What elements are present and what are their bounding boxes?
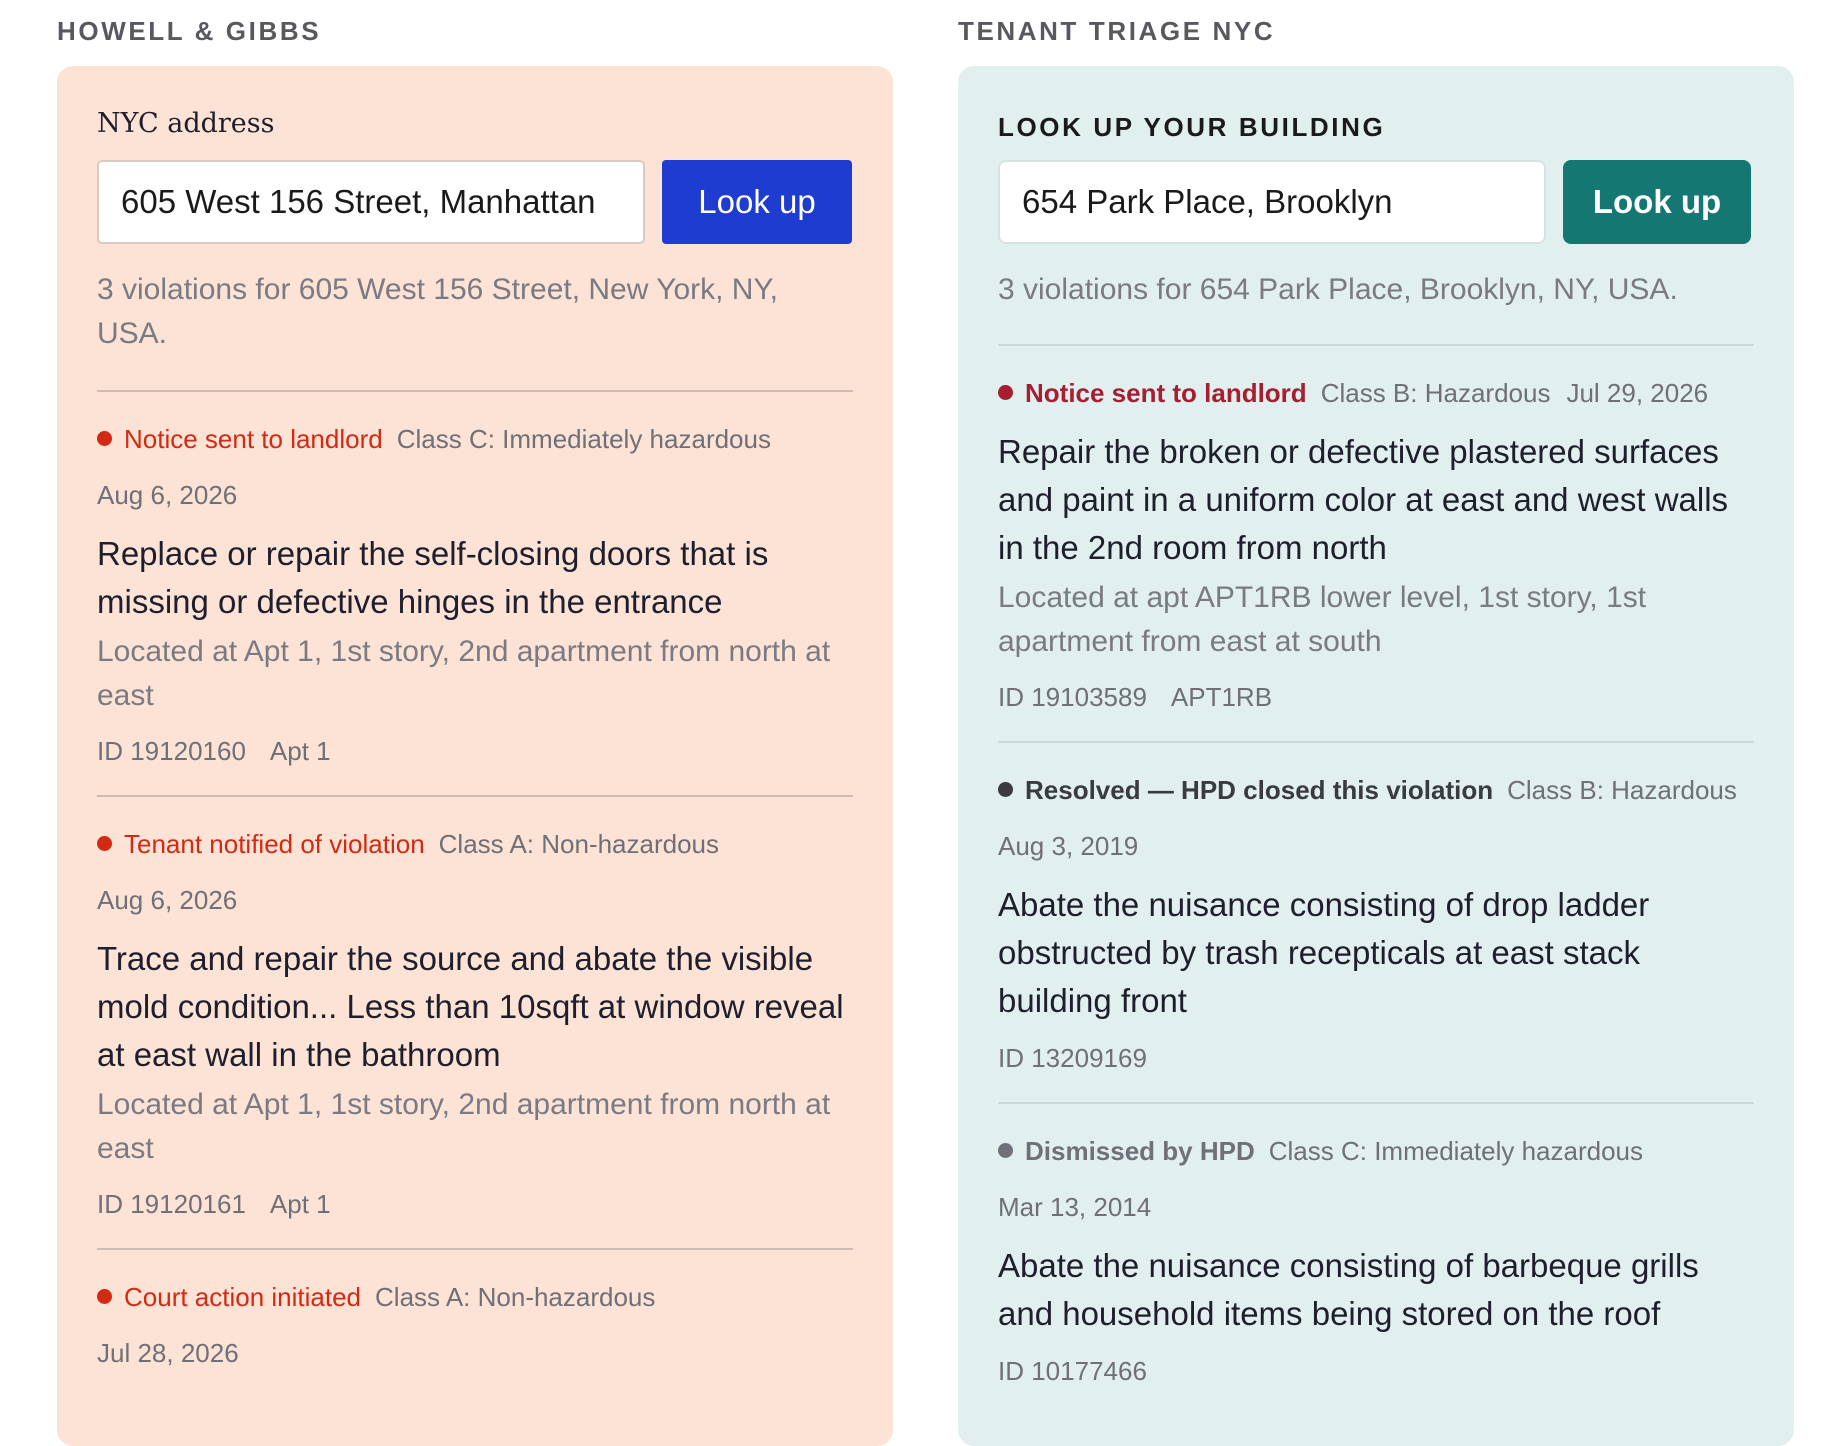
violation-date: Aug 3, 2019	[998, 831, 1139, 861]
status-dot-icon	[998, 782, 1013, 797]
violation-class: Class A: Non-hazardous	[438, 829, 720, 859]
brand-title: TENANT TRIAGE NYC	[958, 16, 1276, 46]
lookup-panel: LOOK UP YOUR BUILDING Look up 3 violatio…	[958, 66, 1794, 1446]
violation-id: ID 13209169	[998, 1043, 1147, 1073]
status-dot-icon	[97, 431, 112, 446]
violation-meta: Notice sent to landlord Class C: Immediat…	[97, 422, 853, 512]
violation-class: Class A: Non-hazardous	[375, 1282, 656, 1312]
violation-status: Court action initiated	[124, 1282, 362, 1312]
violation-id: ID 10177466	[998, 1356, 1147, 1386]
look-up-button[interactable]: Look up	[662, 160, 852, 244]
results-summary: 3 violations for 605 West 156 Street, Ne…	[97, 244, 853, 392]
violation-location: Located at apt APT1RB lower level, 1st s…	[998, 581, 1647, 658]
status-dot-icon	[97, 836, 112, 851]
status-dot-icon	[998, 385, 1013, 400]
address-label: LOOK UP YOUR BUILDING	[998, 112, 1386, 142]
violation-item: Notice sent to landlord Class B: Hazardou…	[998, 346, 1754, 743]
violation-description: Trace and repair the source and abate th…	[97, 940, 844, 1073]
violation-description: Replace or repair the self-closing doors…	[97, 535, 769, 620]
violation-item: Resolved — HPD closed this violation Clas…	[998, 743, 1754, 1104]
violation-status: Notice sent to landlord	[124, 424, 383, 454]
address-label: NYC address	[97, 108, 275, 139]
status-dot-icon	[97, 1289, 112, 1304]
violation-ids: ID 19103589 APT1RB	[998, 664, 1754, 713]
violation-meta: Tenant notified of violation Class A: Non…	[97, 827, 853, 917]
violation-ids: ID 19120161 Apt 1	[97, 1171, 853, 1220]
results-summary: 3 violations for 654 Park Place, Brookly…	[998, 244, 1754, 346]
violation-location: Located at Apt 1, 1st story, 2nd apartme…	[97, 1088, 831, 1165]
violation-status: Resolved — HPD closed this violation	[1025, 775, 1494, 805]
violation-date: Jul 29, 2026	[1566, 378, 1709, 408]
violation-date: Aug 6, 2026	[97, 480, 238, 510]
violation-apt: Apt 1	[269, 736, 331, 766]
violation-class: Class B: Hazardous	[1507, 775, 1737, 805]
violation-class: Class C: Immediately hazardous	[396, 424, 771, 454]
violation-apt: APT1RB	[1170, 682, 1273, 712]
violation-status: Tenant notified of violation	[124, 829, 425, 859]
violation-description: Repair the broken or defective plastered…	[998, 433, 1729, 566]
lookup-panel: NYC address Look up 3 violations for 605…	[57, 66, 893, 1446]
look-up-button[interactable]: Look up	[1563, 160, 1751, 244]
violation-meta: Resolved — HPD closed this violation Clas…	[998, 773, 1754, 863]
violation-item: Court action initiated Class A: Non-hazar…	[97, 1250, 853, 1398]
violation-class: Class C: Immediately hazardous	[1268, 1136, 1644, 1166]
brand-title: HOWELL & GIBBS	[57, 16, 322, 46]
address-form: Look up	[97, 160, 853, 244]
violation-ids: ID 13209169	[998, 1025, 1754, 1074]
violation-meta: Notice sent to landlord Class B: Hazardou…	[998, 376, 1754, 410]
violation-class: Class B: Hazardous	[1320, 378, 1551, 408]
violation-item: Notice sent to landlord Class C: Immediat…	[97, 392, 853, 797]
violation-id: ID 19103589	[998, 682, 1147, 712]
howell-gibbs-column: HOWELL & GIBBS NYC address Look up 3 vio…	[57, 0, 893, 1446]
status-dot-icon	[998, 1143, 1013, 1158]
violation-date: Aug 6, 2026	[97, 885, 238, 915]
violation-description: Abate the nuisance consisting of barbequ…	[998, 1247, 1699, 1332]
violation-item: Tenant notified of violation Class A: Non…	[97, 797, 853, 1250]
address-input[interactable]	[97, 160, 645, 244]
violation-date: Mar 13, 2014	[998, 1192, 1152, 1222]
violation-meta: Dismissed by HPD Class C: Immediately haz…	[998, 1134, 1754, 1224]
violation-date: Jul 28, 2026	[97, 1338, 239, 1368]
violation-description: Abate the nuisance consisting of drop la…	[998, 886, 1650, 1019]
violation-status: Dismissed by HPD	[1025, 1136, 1255, 1166]
violation-location: Located at Apt 1, 1st story, 2nd apartme…	[97, 635, 831, 712]
address-form: Look up	[998, 160, 1754, 244]
address-input[interactable]	[998, 160, 1546, 244]
violation-id: ID 19120160	[97, 736, 246, 766]
violation-id: ID 19120161	[97, 1189, 246, 1219]
violation-ids: ID 19120160 Apt 1	[97, 718, 853, 767]
violation-status: Notice sent to landlord	[1025, 378, 1307, 408]
violation-item: Dismissed by HPD Class C: Immediately haz…	[998, 1104, 1754, 1415]
tenant-triage-column: TENANT TRIAGE NYC LOOK UP YOUR BUILDING …	[958, 0, 1794, 1446]
violation-meta: Court action initiated Class A: Non-hazar…	[97, 1280, 853, 1370]
violation-apt: Apt 1	[269, 1189, 331, 1219]
